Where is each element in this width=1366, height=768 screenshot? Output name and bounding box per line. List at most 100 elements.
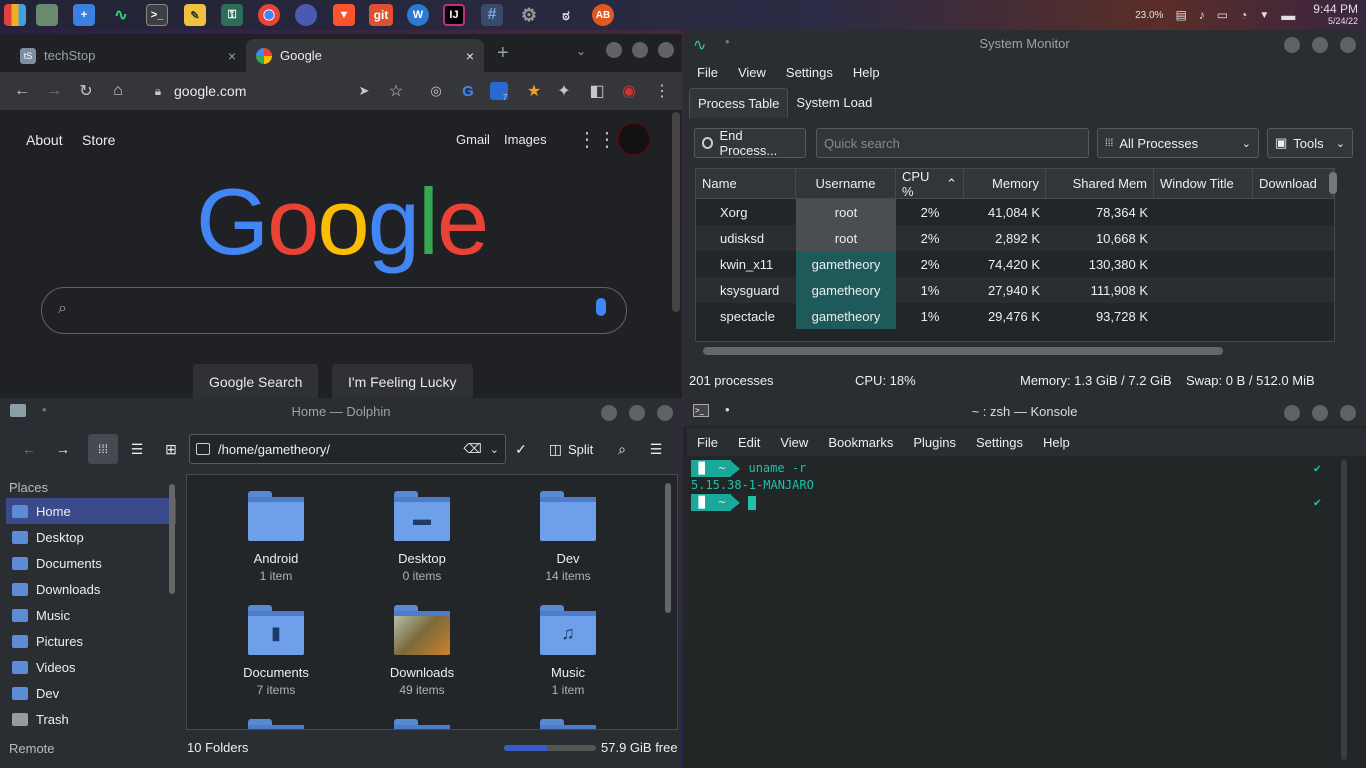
places-item-videos[interactable]: Videos [6,654,176,680]
table-vertical-scrollbar[interactable] [1329,172,1337,194]
store-link[interactable]: Store [82,132,115,148]
extension-google-icon[interactable]: G [456,79,480,103]
bookmark-star-icon[interactable]: ☆ [384,79,408,103]
volume-icon[interactable]: ♪ [1199,8,1205,22]
maximize-button[interactable] [632,42,648,58]
ab-app-icon[interactable]: AB [592,4,614,26]
icons-view-icon[interactable]: ⁞⁞⁞ [88,434,118,464]
images-link[interactable]: Images [504,132,547,147]
folder-item[interactable]: ▬ Desktop 0 items [367,491,477,583]
minimize-button[interactable] [1284,405,1300,421]
close-button[interactable] [1340,405,1356,421]
tor-browser-icon[interactable] [295,4,317,26]
extensions-puzzle-icon[interactable]: ✦ [552,79,576,103]
wifi-icon[interactable]: ◔ [1240,8,1247,22]
close-tab-icon[interactable]: × [228,48,236,64]
page-scrollbar[interactable] [672,112,680,312]
konsole-taskbar-icon[interactable]: >_ [146,4,168,26]
terminal-scrollbar[interactable] [1341,460,1347,760]
account-avatar[interactable] [618,123,650,155]
tools-button[interactable]: ▣ Tools ⌄ [1267,128,1353,158]
search-input[interactable]: ⌕ [41,287,627,334]
table-row[interactable]: ksysguard gametheory 1% 27,940 K 111,908 K [696,277,1334,303]
table-row[interactable]: udisksd root 2% 2,892 K 10,668 K [696,225,1334,251]
menu-file[interactable]: File [687,435,728,450]
menu-help[interactable]: Help [1033,435,1080,450]
close-button[interactable] [658,42,674,58]
forward-icon[interactable]: → [42,79,66,103]
close-button[interactable] [657,405,673,421]
reload-icon[interactable]: ↻ [74,79,98,103]
menu-settings[interactable]: Settings [966,435,1033,450]
clear-icon[interactable]: ⌫ [463,441,481,457]
apps-grid-icon[interactable]: ⋮⋮ [577,127,617,152]
column-header-download[interactable]: Download [1253,169,1333,198]
forward-icon[interactable]: → [48,434,78,464]
column-header-memory[interactable]: Memory [964,169,1046,198]
clipboard-icon[interactable]: ▤ [1175,8,1186,22]
intellij-icon[interactable]: IJ [443,4,465,26]
chrome-icon[interactable] [258,4,280,26]
search-icon[interactable]: ⌕ [608,434,636,464]
gmail-link[interactable]: Gmail [456,132,490,147]
folder-item[interactable]: Android 1 item [221,491,331,583]
maximize-button[interactable] [1312,37,1328,53]
tab-google[interactable]: Google × [246,39,484,72]
folder-item[interactable]: ♫ Music 1 item [513,605,623,697]
table-row[interactable]: Xorg root 2% 41,084 K 78,364 K [696,199,1334,225]
menu-view[interactable]: View [728,65,776,80]
places-item-pictures[interactable]: Pictures [6,628,176,654]
minimize-button[interactable] [606,42,622,58]
places-item-home[interactable]: Home [6,498,176,524]
brave-icon[interactable]: ▼ [333,4,355,26]
url-text[interactable]: google.com [174,83,246,99]
menu-file[interactable]: File [687,65,728,80]
column-header-cpu[interactable]: CPU % ⌃ [896,169,964,199]
sidepanel-icon[interactable]: ◧ [585,79,609,103]
home-icon[interactable]: ⌂ [106,79,130,103]
folder-item[interactable] [513,719,623,729]
browser-w-icon[interactable]: W [407,4,429,26]
app-owl-icon[interactable]: ಠ [555,4,577,26]
extension-badge-icon[interactable]: 7 [490,82,508,102]
app-launcher-icon[interactable] [4,4,26,26]
about-link[interactable]: About [26,132,63,148]
new-tab-icon[interactable]: + [497,42,509,65]
places-scrollbar[interactable] [169,484,175,594]
maximize-button[interactable] [1312,405,1328,421]
places-item-dev[interactable]: Dev [6,680,176,706]
menu-kebab-icon[interactable]: ⋮ [650,79,674,103]
tab-search-chevron-icon[interactable]: ⌄ [576,44,586,58]
menu-edit[interactable]: Edit [728,435,770,450]
maximize-button[interactable] [629,405,645,421]
places-item-desktop[interactable]: Desktop [6,524,176,550]
git-icon[interactable]: git [369,4,393,26]
tab-process-table[interactable]: Process Table [689,88,789,118]
folder-item[interactable]: Downloads 49 items [367,605,477,697]
path-input[interactable]: /home/gametheory/ [218,442,330,457]
places-item-music[interactable]: Music [6,602,176,628]
menu-plugins[interactable]: Plugins [903,435,966,450]
extension-star-icon[interactable]: ★ [522,79,546,103]
feeling-lucky-button[interactable]: I'm Feeling Lucky [332,364,473,398]
folder-item[interactable] [221,719,331,729]
menu-settings[interactable]: Settings [776,65,843,80]
file-manager-icon[interactable] [36,4,58,26]
places-item-documents[interactable]: Documents [6,550,176,576]
send-icon[interactable]: ➤ [352,79,376,103]
settings-gear-icon[interactable]: ⚙ [518,4,540,26]
back-icon[interactable]: ← [14,434,44,464]
notes-icon[interactable]: ✎ [184,4,206,26]
folder-item[interactable] [367,719,477,729]
menu-view[interactable]: View [770,435,818,450]
process-filter-select[interactable]: ⁞⁞⁞ All Processes ⌄ [1097,128,1259,158]
file-view-scrollbar[interactable] [665,483,671,613]
minimize-button[interactable] [601,405,617,421]
column-header-shared-mem[interactable]: Shared Mem [1046,169,1154,198]
google-search-button[interactable]: Google Search [193,364,319,398]
tray-expand-icon[interactable]: ▼ [1259,10,1269,21]
battery-icon[interactable]: ▭ [1217,8,1228,22]
hamburger-menu-icon[interactable]: ☰ [642,434,670,464]
table-row[interactable]: spectacle gametheory 1% 29,476 K 93,728 K [696,303,1334,329]
back-icon[interactable]: ← [10,79,34,103]
